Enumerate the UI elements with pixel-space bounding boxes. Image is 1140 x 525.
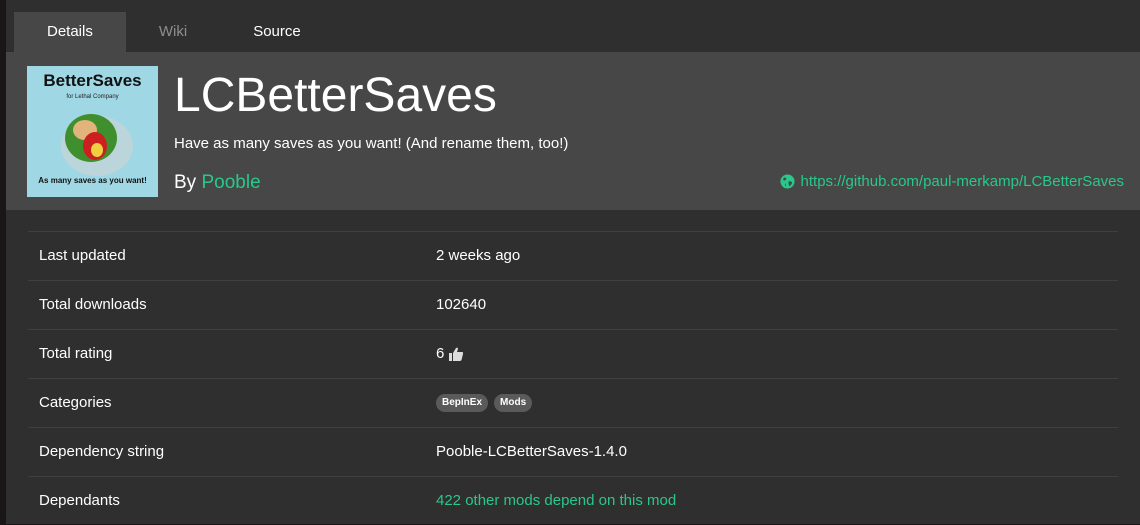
tab-wiki[interactable]: Wiki <box>126 12 220 52</box>
total-downloads-value: 102640 <box>436 296 487 313</box>
table-row-dependency-string: Dependency string Pooble-LCBetterSaves-1… <box>28 427 1118 476</box>
category-badge-bepinex[interactable]: BepInEx <box>436 394 489 412</box>
logo-caption: As many saves as you want! <box>38 176 147 185</box>
dependency-string-value: Pooble-LCBetterSaves-1.4.0 <box>436 443 627 460</box>
package-page: Details Wiki Source BetterSaves for Leth… <box>6 0 1140 524</box>
row-label: Categories <box>39 394 112 411</box>
tab-bar: Details Wiki Source <box>14 12 334 52</box>
tab-source[interactable]: Source <box>220 12 334 52</box>
package-description: Have as many saves as you want! (And ren… <box>174 135 569 152</box>
last-updated-value: 2 weeks ago <box>436 247 521 264</box>
details-table: Last updated 2 weeks ago Total downloads… <box>28 231 1118 525</box>
package-logo: BetterSaves for Lethal Company As many s… <box>27 66 158 197</box>
row-label: Total downloads <box>39 296 147 313</box>
row-label: Dependants <box>39 492 120 509</box>
package-title: LCBetterSaves <box>174 69 497 122</box>
table-row-total-downloads: Total downloads 102640 <box>28 280 1118 329</box>
row-label: Total rating <box>39 345 113 362</box>
table-row-categories: Categories BepInEx Mods <box>28 378 1118 427</box>
thumbs-up-icon[interactable] <box>448 346 464 362</box>
row-label: Last updated <box>39 247 126 264</box>
table-row-total-rating: Total rating 6 <box>28 329 1118 378</box>
table-row-dependants: Dependants 422 other mods depend on this… <box>28 476 1118 525</box>
by-label: By <box>174 172 197 193</box>
categories-value: BepInEx Mods <box>436 379 534 427</box>
row-label: Dependency string <box>39 443 165 460</box>
package-byline: By Pooble <box>174 172 261 194</box>
dependants-link[interactable]: 422 other mods depend on this mod <box>436 477 676 525</box>
author-link[interactable]: Pooble <box>201 172 260 193</box>
package-header: BetterSaves for Lethal Company As many s… <box>6 52 1140 210</box>
category-badge-mods[interactable]: Mods <box>494 394 533 412</box>
website-url: https://github.com/paul-merkamp/LCBetter… <box>800 173 1124 190</box>
website-link[interactable]: https://github.com/paul-merkamp/LCBetter… <box>779 173 1124 190</box>
globe-icon <box>779 174 795 189</box>
tab-details[interactable]: Details <box>14 12 126 52</box>
table-row-last-updated: Last updated 2 weeks ago <box>28 231 1118 280</box>
rating-count: 6 <box>436 345 445 362</box>
total-rating-value: 6 <box>436 330 464 378</box>
